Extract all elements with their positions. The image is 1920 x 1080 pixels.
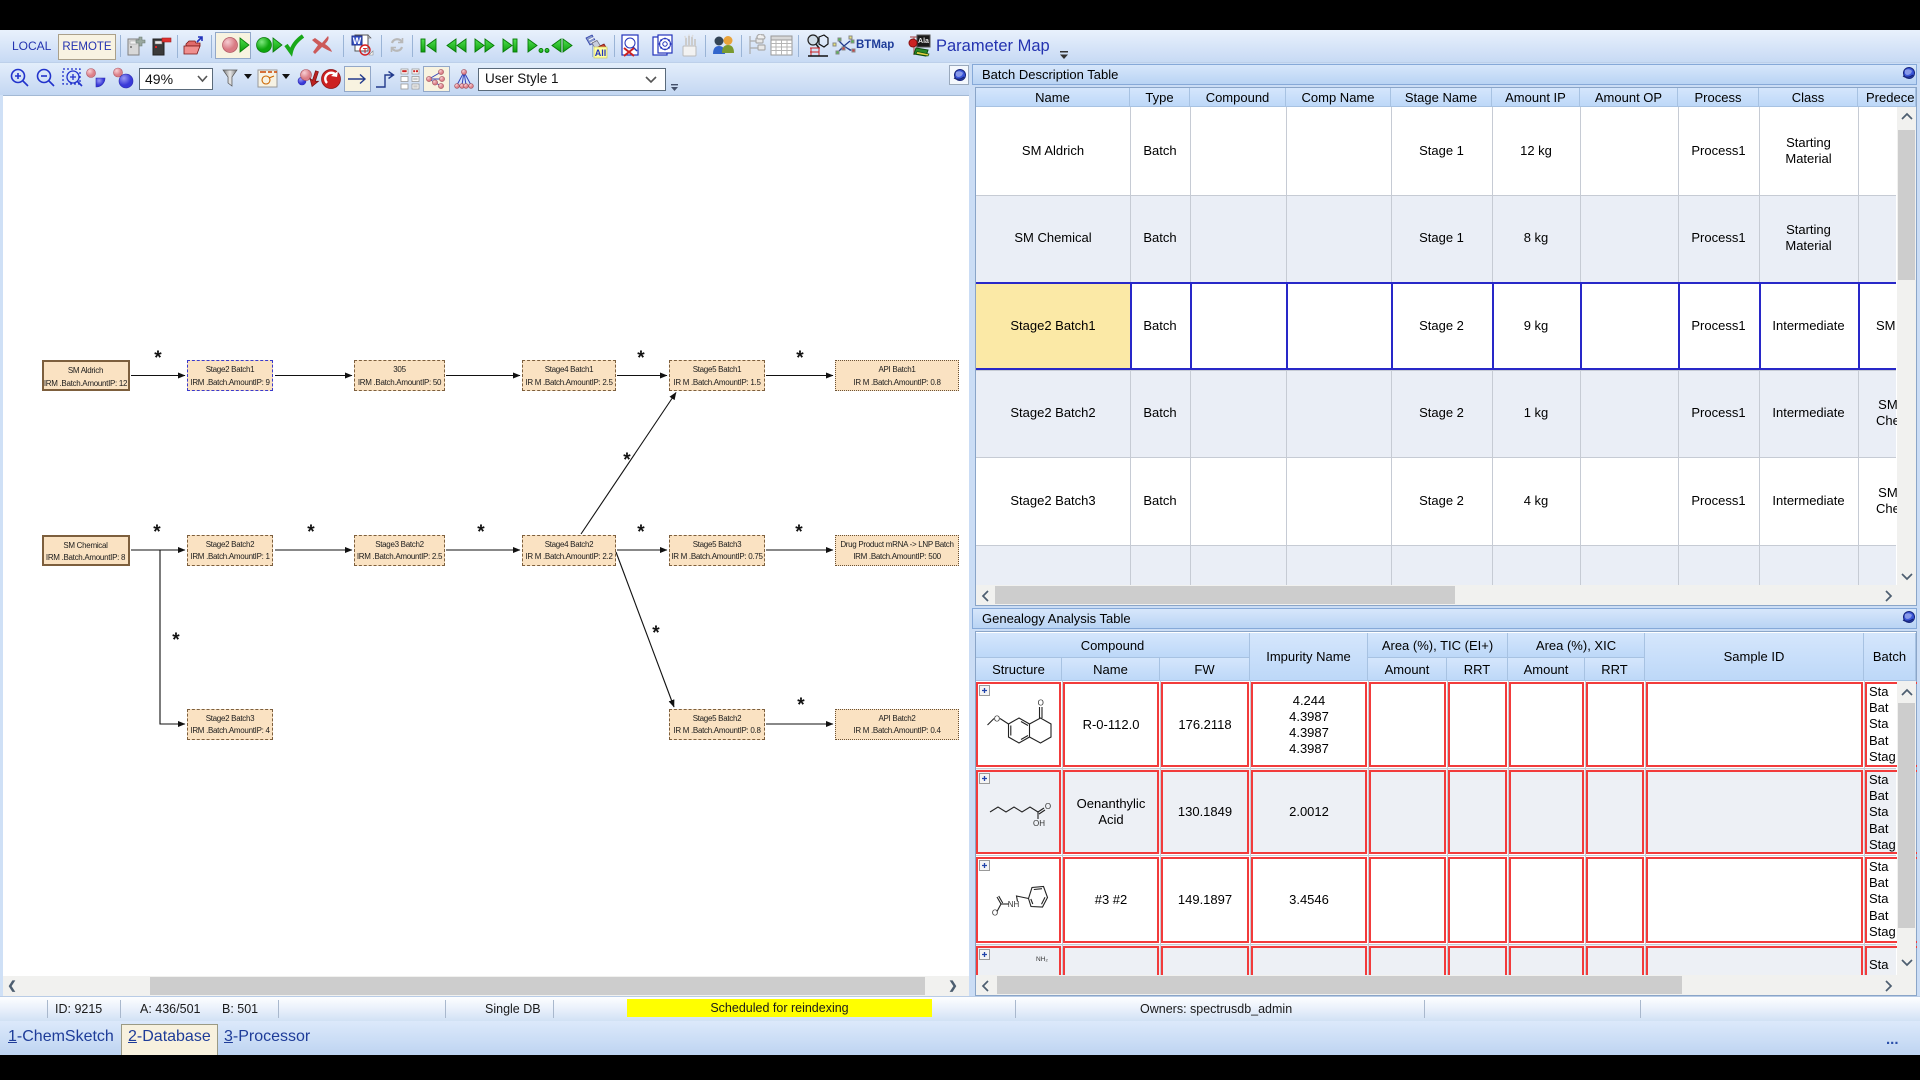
svg-text:*: * bbox=[153, 522, 161, 543]
svg-text:*: * bbox=[477, 522, 485, 543]
svg-text:*: * bbox=[307, 522, 315, 543]
svg-text:*: * bbox=[637, 348, 645, 369]
svg-text:W: W bbox=[353, 36, 362, 46]
svg-text:*: * bbox=[172, 630, 180, 651]
svg-text:All: All bbox=[595, 48, 607, 58]
svg-text:*: * bbox=[795, 522, 803, 543]
svg-text:O: O bbox=[992, 909, 998, 918]
svg-text:O: O bbox=[1038, 699, 1044, 708]
svg-text:O: O bbox=[994, 715, 1000, 724]
svg-text:T: T bbox=[363, 48, 368, 55]
svg-text:*: * bbox=[796, 348, 804, 369]
svg-text:Ala: Ala bbox=[918, 38, 929, 45]
svg-text:*: * bbox=[623, 450, 631, 471]
svg-text:*: * bbox=[652, 623, 660, 644]
svg-text:*: * bbox=[797, 695, 805, 716]
svg-text:*: * bbox=[637, 522, 645, 543]
svg-text:OH: OH bbox=[1033, 819, 1045, 828]
svg-text:O: O bbox=[1045, 802, 1051, 811]
svg-text:NH: NH bbox=[1008, 900, 1020, 909]
svg-text:*: * bbox=[154, 348, 162, 369]
